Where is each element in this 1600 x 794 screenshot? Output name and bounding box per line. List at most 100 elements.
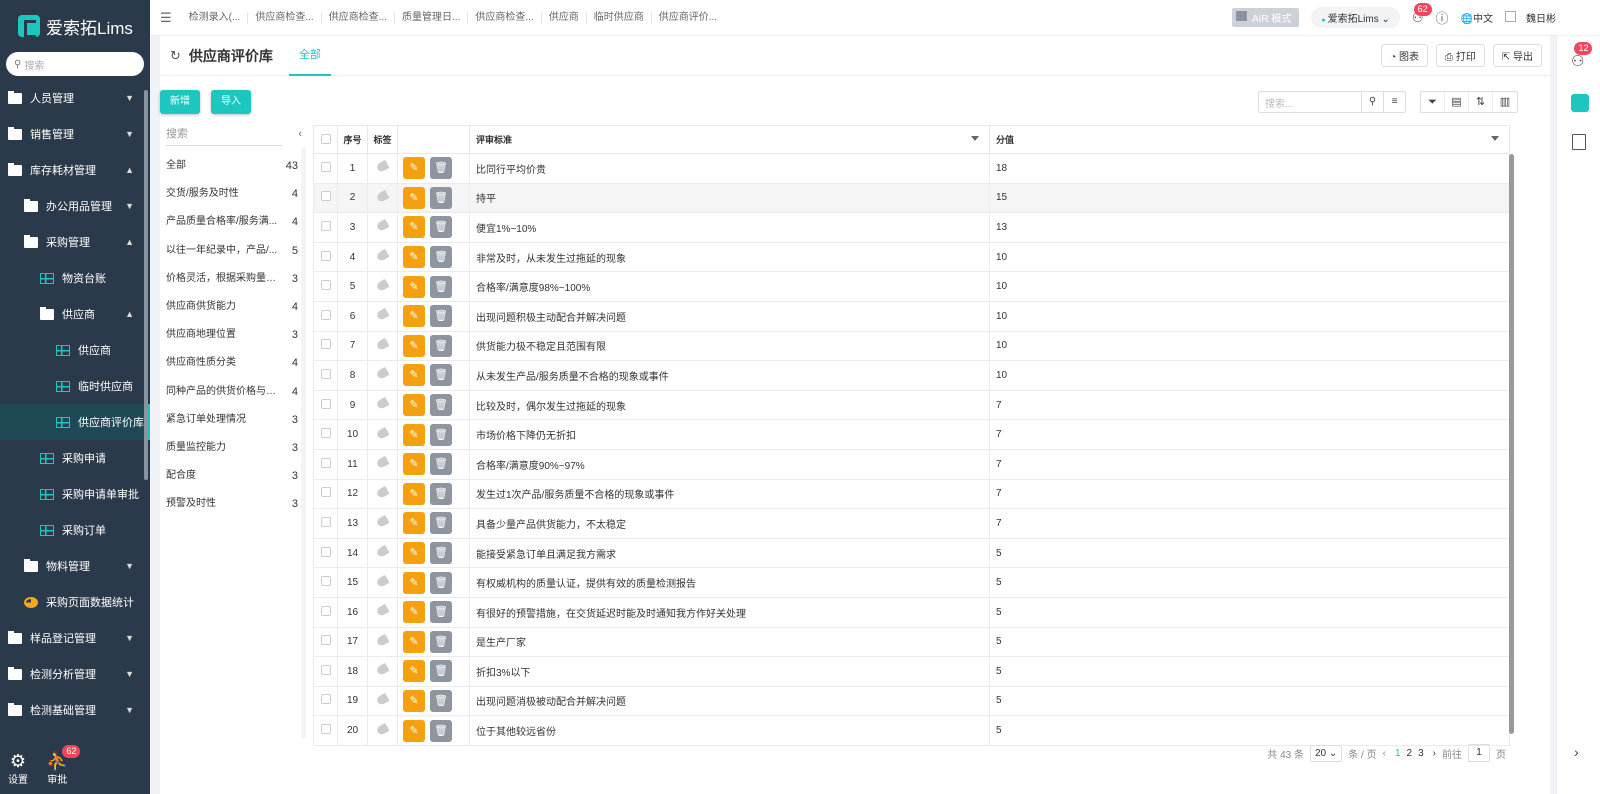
trash-icon[interactable]: 🗑 xyxy=(430,216,452,239)
table-row[interactable]: 14 ✎ 🗑 能接受紧急订单且满足我方需求 5 xyxy=(313,537,1510,569)
page-number[interactable]: 1 xyxy=(1392,748,1404,759)
trash-icon[interactable]: 🗑 xyxy=(430,246,452,269)
table-row[interactable]: 6 ✎ 🗑 出现问题积极主动配合并解决问题 10 xyxy=(313,300,1510,332)
sidebar-item-11[interactable]: 采购申请单审批 xyxy=(0,476,150,512)
row-checkbox[interactable] xyxy=(313,182,338,214)
row-checkbox[interactable] xyxy=(313,330,338,362)
edit-icon[interactable]: ✎ xyxy=(403,305,425,328)
table-row[interactable]: 15 ✎ 🗑 有权威机构的质量认证，提供有效的质量检测报告 5 xyxy=(313,567,1510,598)
edit-icon[interactable]: ✎ xyxy=(403,689,425,712)
edit-icon[interactable]: ✎ xyxy=(403,275,425,298)
row-checkbox[interactable] xyxy=(313,212,338,243)
row-tag[interactable] xyxy=(367,508,398,539)
category-item[interactable]: 以往一年纪录中，产品/... 5 xyxy=(160,237,308,265)
table-row[interactable]: 16 ✎ 🗑 有很好的预警措施，在交货延迟时能及时通知我方作好关处理 5 xyxy=(313,596,1510,628)
trash-icon[interactable]: 🗑 xyxy=(430,364,452,387)
sidebar-item-10[interactable]: 采购申请 xyxy=(0,440,150,476)
chart-button[interactable]: ◔ 图表 xyxy=(1381,44,1429,67)
dropdown-icon[interactable] xyxy=(971,136,979,141)
edit-icon[interactable]: ✎ xyxy=(403,394,425,417)
row-tag[interactable] xyxy=(367,241,398,273)
expand-icon[interactable]: › xyxy=(1574,744,1579,760)
table-scrollbar[interactable] xyxy=(1509,154,1514,734)
row-tag[interactable] xyxy=(367,212,398,243)
sidebar-item-16[interactable]: 检测分析管理 ▼ xyxy=(0,656,150,692)
table-row[interactable]: 2 ✎ 🗑 持平 15 xyxy=(313,182,1510,214)
table-row[interactable]: 5 ✎ 🗑 合格率/满意度98%~100% 10 xyxy=(313,271,1510,302)
chevron-up-icon[interactable]: ▲ xyxy=(125,309,134,319)
sidebar-item-5[interactable]: 物资台账 xyxy=(0,260,150,296)
row-tag[interactable] xyxy=(367,656,398,687)
sidebar-item-8[interactable]: 临时供应商 xyxy=(0,368,150,404)
category-item[interactable]: 同种产品的供货价格与同... 4 xyxy=(160,378,308,406)
sidebar-item-7[interactable]: 供应商 xyxy=(0,332,150,368)
col-score[interactable]: 分值 xyxy=(989,125,1510,154)
sidebar-item-17[interactable]: 检测基础管理 ▼ xyxy=(0,692,150,728)
row-tag[interactable] xyxy=(367,389,398,421)
row-tag[interactable] xyxy=(367,448,398,480)
row-tag[interactable] xyxy=(367,685,398,717)
sidebar-item-13[interactable]: 物料管理 ▼ xyxy=(0,548,150,584)
sidebar-scrollbar[interactable] xyxy=(144,90,148,480)
page-size-select[interactable]: 20 ⌄ xyxy=(1309,744,1343,762)
column-settings-icon[interactable]: ▤ xyxy=(1445,92,1469,112)
sidebar-item-1[interactable]: 销售管理 ▼ xyxy=(0,116,150,152)
trash-icon[interactable]: 🗑 xyxy=(430,186,452,209)
trash-icon[interactable]: 🗑 xyxy=(430,660,452,683)
row-checkbox[interactable] xyxy=(313,448,338,480)
chevron-down-icon[interactable]: ▼ xyxy=(125,669,134,679)
trash-icon[interactable]: 🗑 xyxy=(430,394,452,417)
edit-icon[interactable]: ✎ xyxy=(403,186,425,209)
category-item[interactable]: 全部 43 xyxy=(160,152,308,180)
export-button[interactable]: ⇱ 导出 xyxy=(1492,44,1542,67)
chevron-down-icon[interactable]: ▼ xyxy=(125,93,134,103)
import-button[interactable]: 导入 xyxy=(211,90,251,114)
trash-icon[interactable]: 🗑 xyxy=(430,157,452,180)
chevron-down-icon[interactable]: ▼ xyxy=(125,633,134,643)
row-checkbox[interactable] xyxy=(313,478,338,510)
trash-icon[interactable]: 🗑 xyxy=(430,305,452,328)
row-checkbox[interactable] xyxy=(313,626,338,658)
edit-icon[interactable]: ✎ xyxy=(403,719,425,742)
col-standard[interactable]: 评审标准 xyxy=(469,125,990,154)
sidebar-search-input[interactable]: ⚲ 搜索 xyxy=(6,52,144,76)
table-row[interactable]: 3 ✎ 🗑 便宜1%~10% 13 xyxy=(313,212,1510,243)
row-tag[interactable] xyxy=(367,300,398,332)
edit-icon[interactable]: ✎ xyxy=(403,423,425,446)
category-item[interactable]: 质量监控能力 3 xyxy=(160,434,308,462)
chevron-down-icon[interactable]: ▼ xyxy=(125,705,134,715)
category-item[interactable]: 供应商地理位置 3 xyxy=(160,321,308,349)
collapse-icon[interactable]: ‹ xyxy=(298,124,302,144)
trash-icon[interactable]: 🗑 xyxy=(430,482,452,505)
add-button[interactable]: 新增 xyxy=(160,90,200,114)
row-checkbox[interactable] xyxy=(313,360,338,391)
row-checkbox[interactable] xyxy=(313,567,338,598)
trash-icon[interactable]: 🗑 xyxy=(430,630,452,653)
sidebar-item-4[interactable]: 采购管理 ▲ xyxy=(0,224,150,260)
settings-button[interactable]: ⚙ 设置 xyxy=(8,751,28,786)
trash-icon[interactable]: 🗑 xyxy=(430,571,452,594)
sidebar-item-2[interactable]: 库存耗材管理 ▲ xyxy=(0,152,150,188)
row-checkbox[interactable] xyxy=(313,685,338,717)
document-icon[interactable] xyxy=(1572,134,1586,150)
system-switcher[interactable]: 爱索拓Lims ⌄ xyxy=(1311,7,1400,28)
chevron-down-icon[interactable]: ▼ xyxy=(125,561,134,571)
chevron-up-icon[interactable]: ▲ xyxy=(125,165,134,175)
row-tag[interactable] xyxy=(367,596,398,628)
trash-icon[interactable]: 🗑 xyxy=(430,423,452,446)
row-checkbox[interactable] xyxy=(313,153,338,184)
row-tag[interactable] xyxy=(367,419,398,450)
edit-icon[interactable]: ✎ xyxy=(403,571,425,594)
category-item[interactable]: 预警及时性 3 xyxy=(160,490,308,518)
row-checkbox[interactable] xyxy=(313,271,338,302)
trash-icon[interactable]: 🗑 xyxy=(430,542,452,565)
row-checkbox[interactable] xyxy=(313,656,338,687)
row-checkbox[interactable] xyxy=(313,419,338,450)
category-item[interactable]: 交货/服务及时性 4 xyxy=(160,180,308,208)
row-tag[interactable] xyxy=(367,715,398,746)
table-row[interactable]: 20 ✎ 🗑 位于其他较远省份 5 xyxy=(313,715,1510,746)
search-icon[interactable]: ⚲ xyxy=(1361,92,1383,112)
row-checkbox[interactable] xyxy=(313,241,338,273)
edit-icon[interactable]: ✎ xyxy=(403,512,425,535)
trash-icon[interactable]: 🗑 xyxy=(430,453,452,476)
